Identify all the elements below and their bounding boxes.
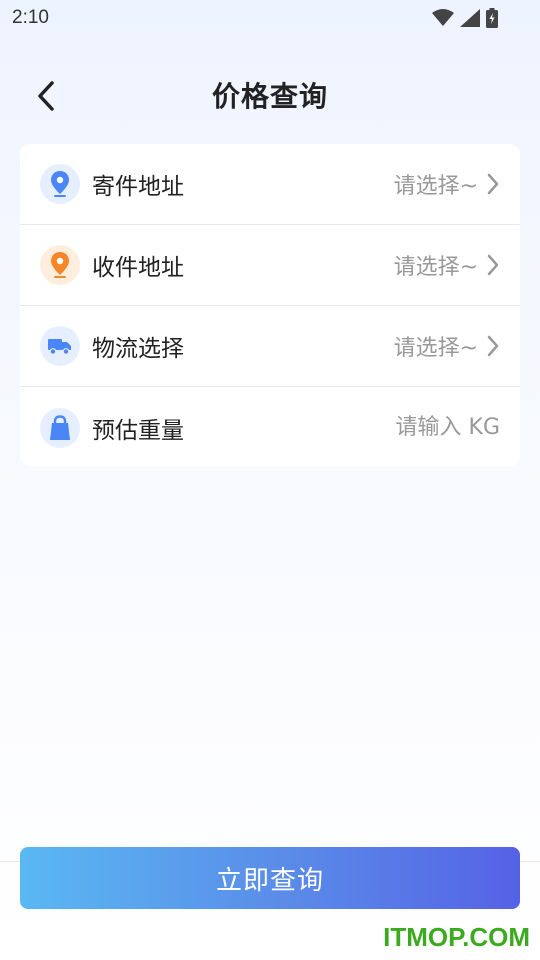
receiver-address-value: 请选择~	[393, 255, 478, 280]
sender-address-label: 寄件地址	[92, 174, 184, 200]
receiver-address-row[interactable]: 收件地址 请选择~	[20, 225, 520, 306]
query-now-button[interactable]: 立即查询	[20, 847, 520, 909]
chevron-right-icon	[486, 334, 500, 358]
watermark: ITMOP.COM	[383, 922, 530, 952]
weight-label: 预估重量	[92, 417, 184, 444]
header: 价格查询	[0, 62, 540, 128]
status-icons	[432, 8, 528, 28]
signal-icon	[460, 9, 480, 27]
logistics-select-row[interactable]: 物流选择 请选择~	[20, 306, 520, 387]
weight-input[interactable]	[320, 415, 500, 440]
bag-icon	[40, 407, 80, 448]
page-title: 价格查询	[211, 80, 328, 113]
weight-row: 预估重量	[20, 387, 520, 468]
status-time: 2:10	[12, 7, 49, 28]
wifi-icon	[432, 9, 454, 27]
truck-icon	[40, 326, 80, 366]
battery-icon	[486, 8, 498, 28]
location-pin-icon	[40, 245, 80, 285]
back-button[interactable]	[26, 76, 66, 116]
status-bar: 2:10	[0, 0, 540, 36]
logistics-select-label: 物流选择	[92, 336, 184, 362]
query-form-card: 寄件地址 请选择~ 收件地址 请选择~ 物流选择 请选择~ 预估重量	[20, 144, 520, 466]
location-pin-icon	[40, 164, 80, 204]
sender-address-value: 请选择~	[393, 174, 478, 199]
chevron-right-icon	[486, 172, 500, 196]
chevron-right-icon	[486, 253, 500, 277]
sender-address-row[interactable]: 寄件地址 请选择~	[20, 144, 520, 225]
chevron-left-icon	[38, 81, 54, 111]
receiver-address-label: 收件地址	[92, 255, 184, 281]
logistics-select-value: 请选择~	[393, 336, 478, 361]
